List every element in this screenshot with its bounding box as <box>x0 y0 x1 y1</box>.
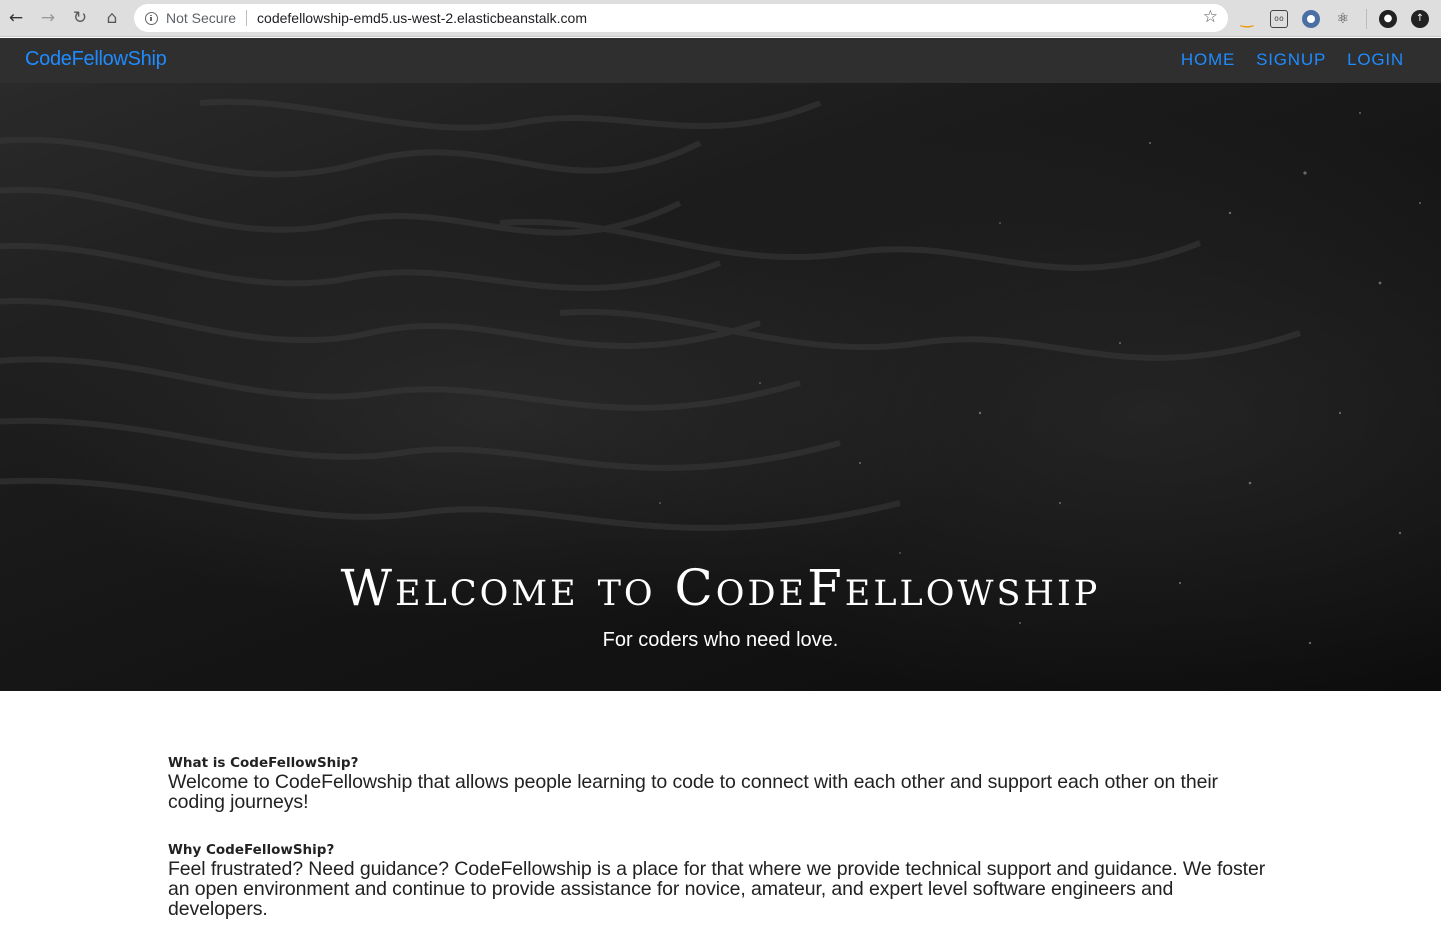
toolbar-separator <box>1366 8 1367 29</box>
nav-signup-link[interactable]: SIGNUP <box>1256 50 1326 70</box>
hero-banner: Welcome to CodeFellowship For coders who… <box>0 83 1441 691</box>
react-devtools-icon[interactable]: ⚛ <box>1334 10 1352 28</box>
nav-home-link[interactable]: HOME <box>1181 50 1235 70</box>
about-body: Welcome to CodeFellowship that allows pe… <box>168 771 1218 813</box>
bookmark-star-icon[interactable]: ☆ <box>1203 7 1218 27</box>
brand-logo-link[interactable]: CodeFellowShip <box>25 48 167 71</box>
why-heading: Why CodeFellowShip? <box>168 842 335 858</box>
nav-links: HOME SIGNUP LOGIN <box>1160 50 1404 70</box>
address-bar[interactable]: Not Secure codefellowship-emd5.us-west-2… <box>134 4 1228 32</box>
about-section: What is CodeFellowShip? Welcome to CodeF… <box>168 755 1278 812</box>
info-icon[interactable] <box>145 11 158 25</box>
why-body: Feel frustrated? Need guidance? CodeFell… <box>168 858 1266 920</box>
amazon-icon[interactable]: ‿ <box>1238 10 1256 28</box>
home-icon[interactable]: ⌂ <box>96 0 128 37</box>
url-text[interactable]: codefellowship-emd5.us-west-2.elasticbea… <box>257 10 587 26</box>
browser-toolbar: ← → ↻ ⌂ Not Secure codefellowship-emd5.u… <box>0 0 1441 37</box>
update-icon[interactable]: ↑ <box>1411 9 1429 28</box>
reload-icon[interactable]: ↻ <box>64 0 96 37</box>
hero-title: Welcome to CodeFellowship <box>340 559 1101 617</box>
about-heading: What is CodeFellowShip? <box>168 755 359 771</box>
security-label[interactable]: Not Secure <box>166 10 236 26</box>
profile-icon[interactable]: ● <box>1379 9 1397 28</box>
goggles-icon[interactable]: oo <box>1270 9 1288 28</box>
hero-subtitle: For coders who need love. <box>602 629 839 651</box>
forward-arrow-icon[interactable]: → <box>32 0 64 37</box>
circle-extension-icon[interactable] <box>1302 9 1320 28</box>
nav-login-link[interactable]: LOGIN <box>1347 50 1404 70</box>
extensions-area: ‿ oo ⚛ ● ↑ <box>1238 0 1429 37</box>
main-content: What is CodeFellowShip? Welcome to CodeF… <box>168 755 1278 949</box>
site-navbar: CodeFellowShip HOME SIGNUP LOGIN <box>0 38 1441 83</box>
back-arrow-icon[interactable]: ← <box>0 0 32 37</box>
why-section: Why CodeFellowShip? Feel frustrated? Nee… <box>168 842 1278 919</box>
address-separator <box>246 10 248 26</box>
